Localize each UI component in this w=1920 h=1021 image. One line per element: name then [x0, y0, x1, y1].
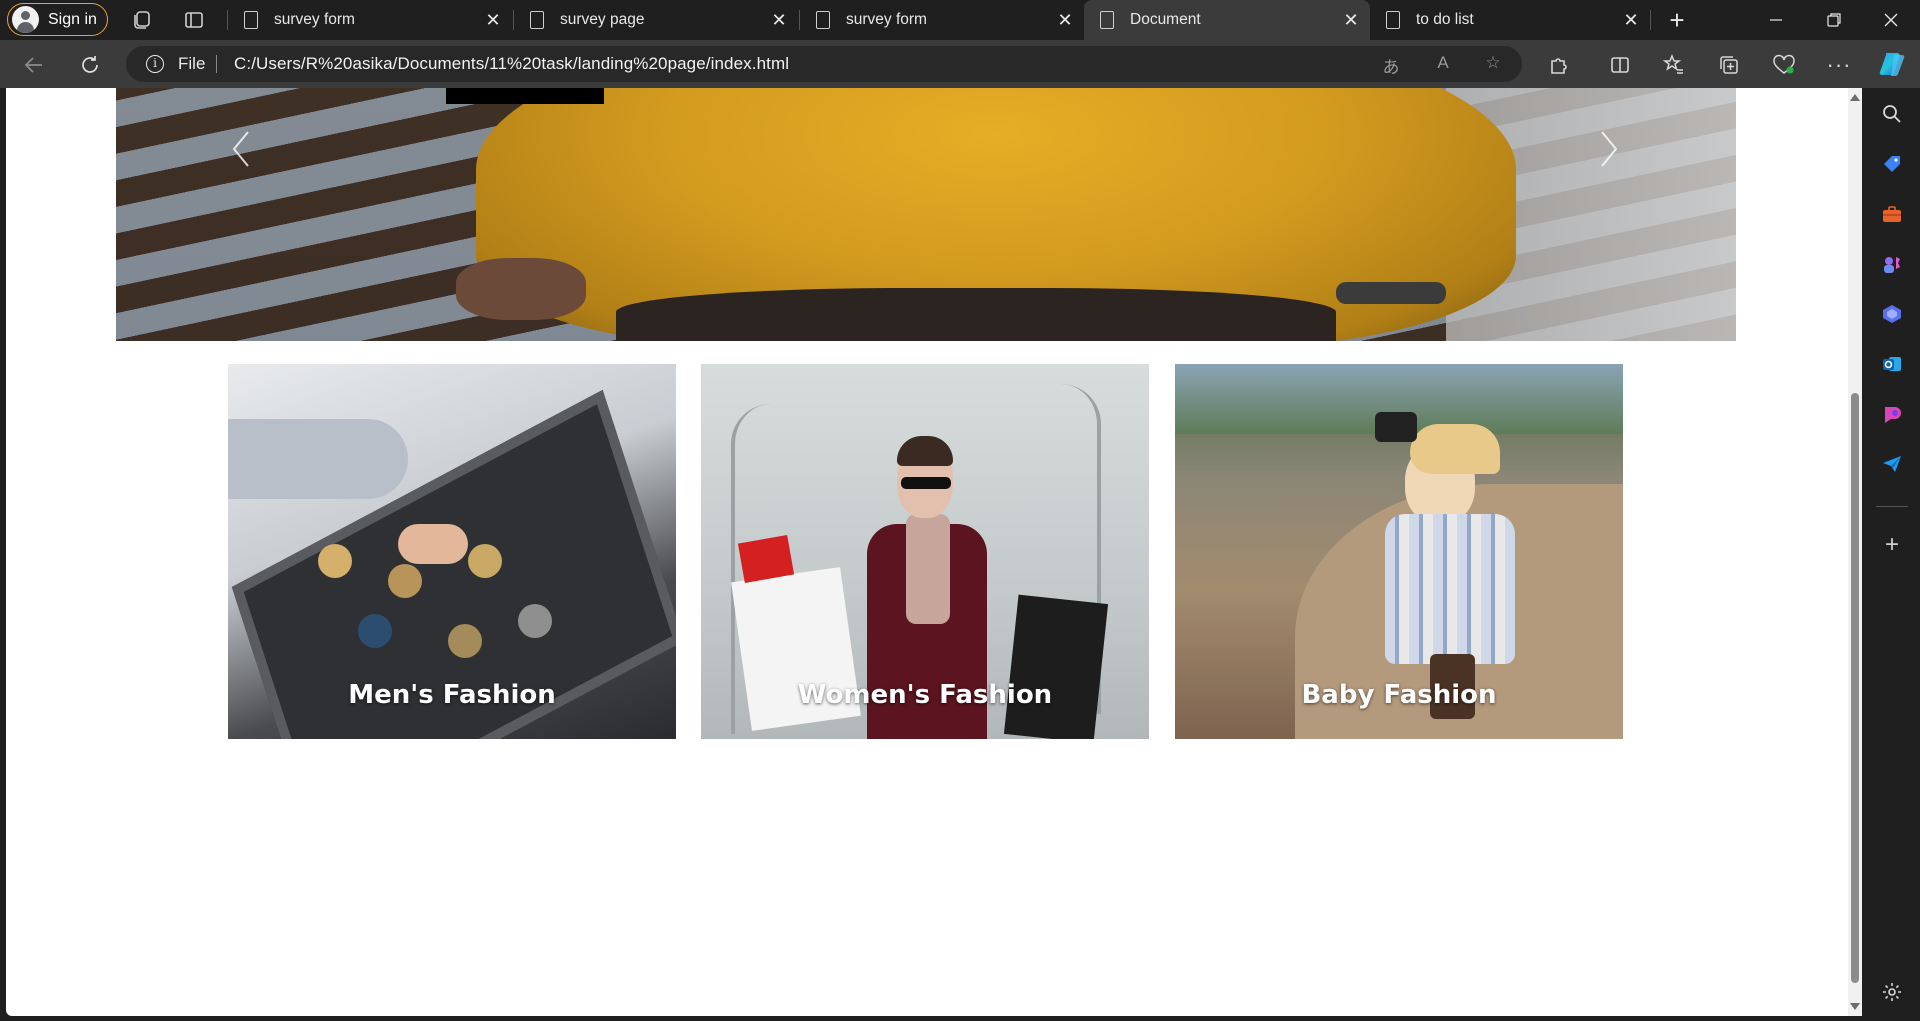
close-tab-icon[interactable]: ✕ [484, 11, 502, 29]
arm-sleeve-image [228, 419, 408, 499]
watches-image [318, 544, 352, 578]
category-label: Women's Fashion [797, 680, 1053, 710]
collections-icon[interactable] [1717, 53, 1741, 77]
close-tab-icon[interactable]: ✕ [1622, 11, 1640, 29]
hand-image [398, 524, 468, 564]
carousel-next-chevron-right-icon[interactable] [1594, 126, 1624, 172]
more-options-icon[interactable]: ··· [1827, 52, 1851, 77]
sign-in-button[interactable]: Sign in [7, 3, 108, 36]
copilot-icon[interactable] [1877, 49, 1907, 79]
favorites-icon[interactable] [1662, 53, 1686, 77]
hero-black-bar [446, 88, 604, 104]
scrollbar-thumb[interactable] [1851, 393, 1859, 983]
tab-title: to do list [1416, 11, 1474, 28]
tab-title: survey form [274, 11, 355, 28]
file-icon [1386, 11, 1400, 29]
tab-title: survey page [560, 11, 645, 28]
category-label: Baby Fashion [1301, 680, 1497, 710]
games-icon[interactable] [1881, 253, 1903, 275]
sidebar-separator [1876, 506, 1908, 507]
hero-carousel [116, 88, 1736, 341]
carousel-prev-chevron-left-icon[interactable] [226, 126, 256, 172]
black-bag-image [1003, 594, 1109, 739]
info-icon[interactable]: i [146, 55, 164, 73]
address-bar[interactable]: i File C:/Users/R%20asika/Documents/11%2… [126, 46, 1522, 82]
scheme-label: File [178, 54, 206, 73]
tab-strip: Sign in survey form ✕ survey page ✕ surv… [0, 0, 1920, 40]
send-icon[interactable] [1881, 453, 1903, 475]
settings-gear-icon[interactable] [1881, 981, 1903, 1003]
close-window-icon[interactable] [1862, 0, 1920, 40]
copilot-designer-icon[interactable] [1881, 303, 1903, 325]
minimize-icon[interactable] [1747, 0, 1805, 40]
url-text[interactable]: C:/Users/R%20asika/Documents/11%20task/l… [234, 54, 789, 74]
page-scrollbar[interactable] [1848, 88, 1862, 1016]
scroll-down-arrow-icon[interactable] [1850, 1003, 1860, 1010]
address-divider [216, 55, 217, 73]
category-label: Men's Fashion [348, 680, 556, 710]
split-screen-icon[interactable] [1608, 53, 1632, 77]
new-tab-icon[interactable]: + [1663, 6, 1691, 34]
tab-separator [1650, 10, 1651, 30]
browser-window: Sign in survey form ✕ survey page ✕ surv… [0, 0, 1920, 1021]
shopping-tag-icon[interactable] [1881, 153, 1903, 175]
tab-survey-form-1[interactable]: survey form ✕ [228, 0, 512, 40]
sign-in-label: Sign in [48, 10, 97, 28]
tab-title: Document [1130, 11, 1201, 28]
hero-pants [616, 288, 1336, 341]
camera-image [1375, 412, 1417, 442]
extensions-icon[interactable] [1547, 53, 1571, 77]
refresh-icon[interactable] [74, 49, 106, 81]
avatar-icon [12, 6, 39, 33]
scroll-up-arrow-icon[interactable] [1850, 94, 1860, 101]
child-hair-image [1410, 424, 1500, 474]
file-icon [244, 11, 258, 29]
search-icon[interactable] [1881, 103, 1903, 125]
edge-sidebar: + [1862, 88, 1920, 1021]
tab-actions-icon[interactable] [180, 6, 208, 34]
add-sidebar-app-icon[interactable]: + [1881, 533, 1903, 557]
translate-icon[interactable]: あ [1380, 53, 1402, 77]
restore-icon[interactable] [1805, 0, 1863, 40]
red-bag-image [737, 534, 795, 584]
favorite-star-icon[interactable]: ☆ [1482, 53, 1504, 75]
close-tab-icon[interactable]: ✕ [770, 11, 788, 29]
toolbar: i File C:/Users/R%20asika/Documents/11%2… [0, 40, 1920, 112]
plaid-dress-image [1385, 514, 1515, 664]
file-icon [1100, 11, 1114, 29]
hair-image [897, 436, 953, 466]
page-viewport: Men's Fashion Women's Fashion Baby Fashi… [6, 88, 1862, 1016]
tab-document[interactable]: Document ✕ [1084, 0, 1370, 40]
file-icon [530, 11, 544, 29]
read-aloud-icon[interactable]: A [1432, 53, 1454, 75]
tab-survey-page[interactable]: survey page ✕ [514, 0, 798, 40]
category-card-baby[interactable]: Baby Fashion [1175, 364, 1623, 739]
workspaces-icon[interactable] [128, 6, 156, 34]
category-card-womens[interactable]: Women's Fashion [701, 364, 1149, 739]
sweater-image [906, 514, 950, 624]
back-icon[interactable] [18, 49, 50, 81]
tab-survey-form-2[interactable]: survey form ✕ [800, 0, 1084, 40]
designer-icon[interactable] [1881, 403, 1903, 425]
close-tab-icon[interactable]: ✕ [1056, 11, 1074, 29]
close-tab-icon[interactable]: ✕ [1342, 11, 1360, 29]
browser-essentials-icon[interactable] [1772, 53, 1796, 77]
file-icon [816, 11, 830, 29]
category-card-mens[interactable]: Men's Fashion [228, 364, 676, 739]
tab-to-do-list[interactable]: to do list ✕ [1370, 0, 1650, 40]
sunglasses-image [901, 477, 951, 489]
hero-hand [456, 258, 586, 320]
tools-briefcase-icon[interactable] [1881, 203, 1903, 225]
hero-watch [1336, 282, 1446, 304]
tab-title: survey form [846, 11, 927, 28]
outlook-icon[interactable] [1881, 353, 1903, 375]
